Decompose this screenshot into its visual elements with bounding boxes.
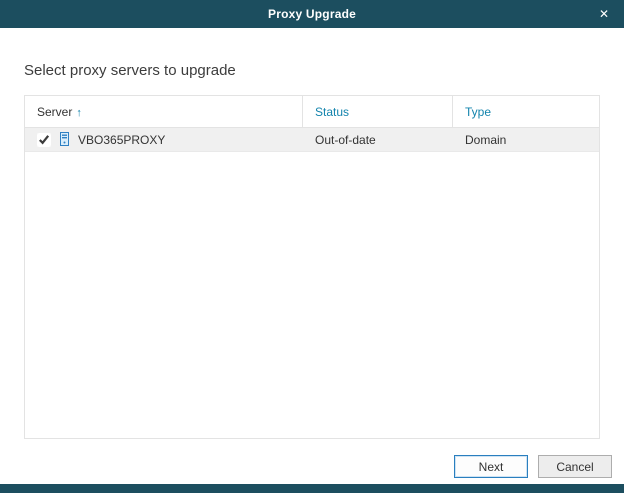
bottom-strip xyxy=(0,484,624,493)
table-row[interactable]: VBO365PROXY Out-of-date Domain xyxy=(25,128,599,152)
type-cell: Domain xyxy=(453,128,599,151)
proxy-table: Server ↑ Status Type xyxy=(24,95,600,439)
status-value: Out-of-date xyxy=(315,133,376,147)
column-header-type-label: Type xyxy=(465,105,491,119)
status-cell: Out-of-date xyxy=(303,128,453,151)
cancel-button[interactable]: Cancel xyxy=(538,455,612,478)
server-cell: VBO365PROXY xyxy=(25,128,303,151)
server-icon xyxy=(58,132,71,147)
footer-buttons: Next Cancel xyxy=(454,455,612,478)
page-title: Select proxy servers to upgrade xyxy=(24,62,600,79)
next-button[interactable]: Next xyxy=(454,455,528,478)
server-name: VBO365PROXY xyxy=(78,133,165,147)
close-icon: ✕ xyxy=(599,7,609,21)
window-title: Proxy Upgrade xyxy=(268,7,356,21)
close-button[interactable]: ✕ xyxy=(584,0,624,28)
dialog-content: Select proxy servers to upgrade Server ↑ … xyxy=(0,28,624,439)
type-value: Domain xyxy=(465,133,506,147)
column-header-status[interactable]: Status xyxy=(303,96,453,127)
table-header-row: Server ↑ Status Type xyxy=(25,96,599,128)
column-header-server-label: Server xyxy=(37,105,72,119)
column-header-server[interactable]: Server ↑ xyxy=(25,96,303,127)
dialog-proxy-upgrade: Proxy Upgrade ✕ Select proxy servers to … xyxy=(0,0,624,493)
titlebar: Proxy Upgrade ✕ xyxy=(0,0,624,28)
column-header-type[interactable]: Type xyxy=(453,96,599,127)
sort-asc-icon: ↑ xyxy=(76,107,82,119)
column-header-status-label: Status xyxy=(315,105,349,119)
row-checkbox[interactable] xyxy=(37,133,51,147)
